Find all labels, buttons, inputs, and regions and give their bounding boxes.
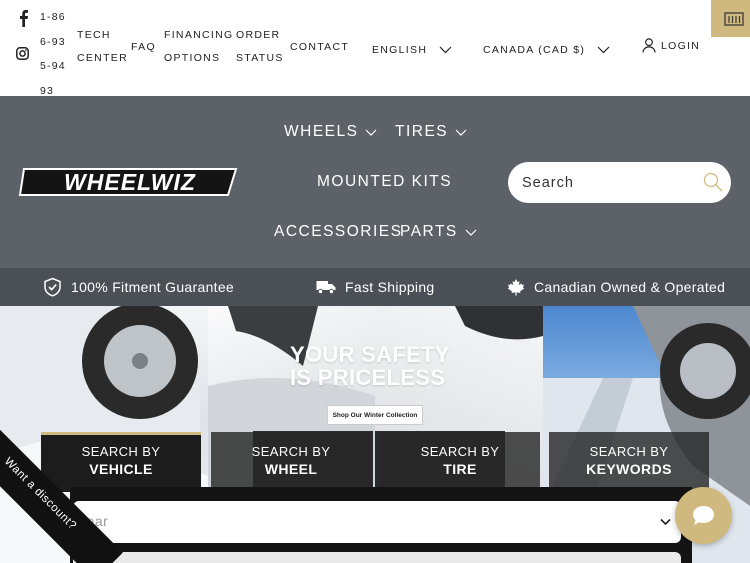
cart-icon <box>724 12 744 26</box>
benefit-shipping: Fast Shipping <box>316 268 435 306</box>
make-select[interactable] <box>73 552 681 563</box>
nav-mounted-kits[interactable]: MOUNTED KITS <box>317 173 452 191</box>
chevron-down-icon <box>660 518 671 526</box>
main-header: WHEELWIZ WHEELS TIRES MOUNTED KITS ACCES… <box>0 96 750 268</box>
login-label: LOGIN <box>661 39 701 52</box>
chevron-down-icon <box>465 229 477 236</box>
benefit-label: 100% Fitment Guarantee <box>71 279 235 295</box>
phone-link[interactable]: 1-866-935-9493 <box>40 5 70 103</box>
chat-button[interactable] <box>675 487 732 544</box>
login-link[interactable]: LOGIN <box>642 38 700 53</box>
tab-label: KEYWORDS <box>586 461 672 477</box>
currency-selector[interactable]: CANADA (CAD $) <box>483 40 610 60</box>
tech-center-link[interactable]: TECH CENTER <box>77 24 127 70</box>
shield-check-icon <box>44 277 61 297</box>
tab-search-wheel[interactable]: SEARCH BY WHEEL <box>211 432 371 492</box>
search-input[interactable] <box>522 162 692 203</box>
search-icon[interactable] <box>703 172 723 192</box>
tab-prefix: SEARCH BY <box>251 444 331 459</box>
contact-link[interactable]: CONTACT <box>290 36 349 59</box>
year-select[interactable]: Year <box>73 501 681 543</box>
svg-text:WHEELWIZ: WHEELWIZ <box>64 169 196 195</box>
order-status-link[interactable]: ORDER STATUS <box>236 24 286 70</box>
tab-search-tire[interactable]: SEARCH BY TIRE <box>380 432 540 492</box>
hero-headline-line2: IS PRICELESS <box>290 365 446 390</box>
utility-bar: 1-866-935-9493 TECH CENTER FAQ FINANCING… <box>0 0 750 97</box>
nav-wheels-label: WHEELS <box>284 123 359 140</box>
hero-headline-line1: YOUR SAFETY <box>290 342 450 367</box>
nav-accessories[interactable]: ACCESSORIES <box>274 223 402 241</box>
tab-label: VEHICLE <box>89 461 153 477</box>
search-tabs: SEARCH BY VEHICLE SEARCH BY WHEEL SEARCH… <box>41 432 709 492</box>
benefit-canadian: Canadian Owned & Operated <box>507 268 725 306</box>
nav-tires[interactable]: TIRES <box>395 123 467 141</box>
nav-wheels[interactable]: WHEELS <box>284 123 377 141</box>
chevron-down-icon <box>366 129 377 136</box>
tab-search-vehicle[interactable]: SEARCH BY VEHICLE <box>41 432 201 492</box>
faq-link[interactable]: FAQ <box>131 36 156 59</box>
language-label: ENGLISH <box>372 44 428 56</box>
tab-prefix: SEARCH BY <box>81 444 161 459</box>
facebook-icon[interactable] <box>16 9 30 27</box>
vehicle-search-form: Year <box>70 487 692 563</box>
benefits-strip: 100% Fitment Guarantee Fast Shipping Can… <box>0 268 750 306</box>
shop-winter-collection-button[interactable]: Shop Our Winter Collection <box>327 405 423 425</box>
truck-icon <box>316 281 336 295</box>
tab-label: WHEEL <box>264 461 318 477</box>
nav-tires-label: TIRES <box>395 123 449 140</box>
financing-options-link[interactable]: FINANCING OPTIONS <box>164 24 234 70</box>
tab-search-keywords[interactable]: SEARCH BY KEYWORDS <box>549 432 709 492</box>
chevron-down-icon <box>455 129 467 136</box>
maple-leaf-icon <box>507 279 525 296</box>
currency-label: CANADA (CAD $) <box>483 44 586 56</box>
nav-parts-label: PARTS <box>400 223 458 240</box>
chevron-down-icon <box>597 46 610 54</box>
tab-prefix: SEARCH BY <box>420 444 500 459</box>
language-selector[interactable]: ENGLISH <box>372 40 452 60</box>
instagram-icon[interactable] <box>16 47 29 60</box>
wheelwiz-logo[interactable]: WHEELWIZ <box>18 164 242 200</box>
search-bar <box>508 162 731 203</box>
benefit-fitment: 100% Fitment Guarantee <box>43 268 234 306</box>
benefit-label: Fast Shipping <box>345 279 435 295</box>
nav-parts[interactable]: PARTS <box>400 223 477 241</box>
tab-label: TIRE <box>443 461 477 477</box>
cart-button[interactable] <box>711 0 750 37</box>
user-icon <box>642 38 656 53</box>
chat-bubble-icon <box>693 506 714 525</box>
benefit-label: Canadian Owned & Operated <box>534 279 726 295</box>
hero-banner: YOUR SAFETY IS PRICELESS Shop Our Winter… <box>0 306 750 563</box>
chevron-down-icon <box>439 46 452 54</box>
hero-headline: YOUR SAFETY IS PRICELESS <box>290 343 490 389</box>
tab-prefix: SEARCH BY <box>589 444 669 459</box>
